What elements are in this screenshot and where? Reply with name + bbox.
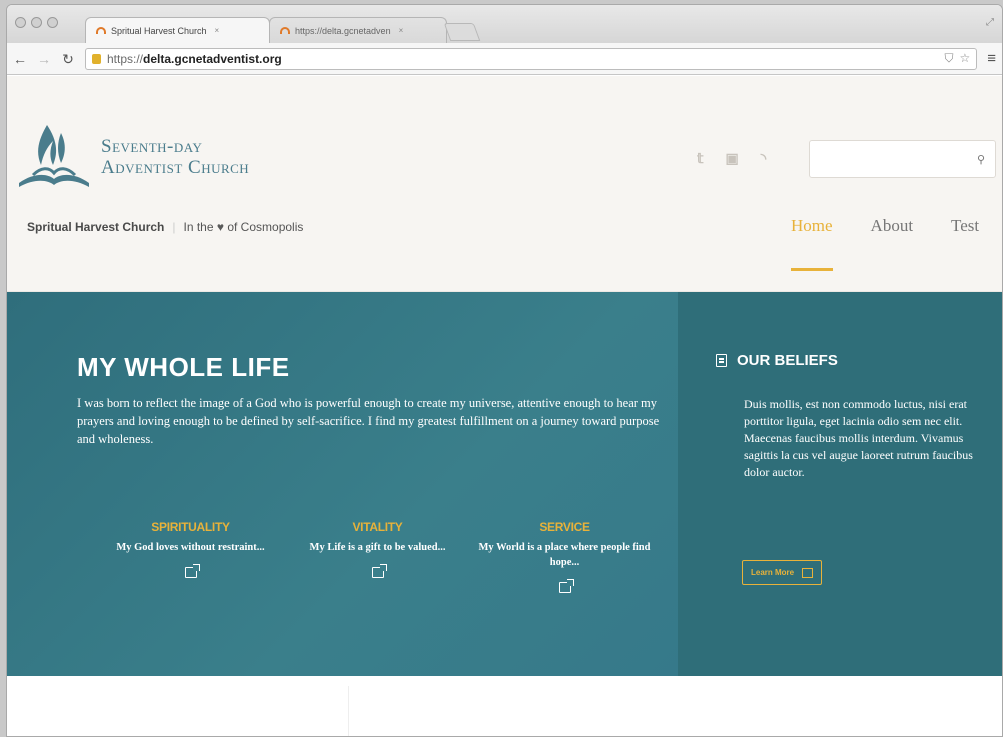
share-icon[interactable] xyxy=(558,579,574,593)
book-icon xyxy=(716,354,727,367)
pillar-text: My Life is a gift to be valued... xyxy=(309,542,446,553)
url-prefix: https:// xyxy=(107,51,144,66)
url-domain: delta.gcnetadventist.org xyxy=(143,51,282,66)
pillar-text: My World is a place where people find ho… xyxy=(478,542,651,568)
hero-section: MY WHOLE LIFE I was born to reflect the … xyxy=(7,292,1002,676)
browser-window: Spritual Harvest Church × https://delta.… xyxy=(6,4,1003,737)
nav-item-about[interactable]: About xyxy=(871,216,914,236)
nav-item-test[interactable]: Test xyxy=(951,216,979,236)
lock-icon xyxy=(92,53,101,64)
browser-toolbar: ← → ↻ https://delta.gcnetadventist.org ⛉… xyxy=(7,43,1002,75)
web-page: Seventh-day Adventist Church 𝕥 ▣ ◝ ⚲ Spr… xyxy=(7,76,1002,736)
minimize-window-button[interactable] xyxy=(31,17,42,28)
pillar-vitality: VITALITY My Life is a gift to be valued.… xyxy=(284,520,471,593)
beliefs-heading: OUR BELIEFS xyxy=(716,352,838,369)
close-window-button[interactable] xyxy=(15,17,26,28)
hero-text: I was born to reflect the image of a God… xyxy=(77,396,660,446)
church-tagline: Spritual Harvest Church | In the ♥ of Co… xyxy=(27,220,303,234)
site-header: Seventh-day Adventist Church 𝕥 ▣ ◝ ⚲ Spr… xyxy=(7,76,1002,292)
heart-icon: ♥ xyxy=(216,220,224,234)
pillars: SPIRITUALITY My God loves without restra… xyxy=(97,520,658,593)
reload-icon[interactable]: ↻ xyxy=(61,52,75,66)
share-icon[interactable] xyxy=(371,564,387,578)
search-icon[interactable]: ⚲ xyxy=(977,153,985,166)
external-link-icon xyxy=(802,567,814,578)
tab-label: https://delta.gcnetadven xyxy=(295,25,391,36)
rss-icon[interactable]: ◝ xyxy=(761,150,766,167)
menu-icon[interactable]: ≡ xyxy=(987,50,996,67)
fullscreen-icon[interactable]: ⤢ xyxy=(986,17,994,28)
flame-bible-logo-icon xyxy=(19,125,89,187)
tab-label: Spritual Harvest Church xyxy=(111,25,207,36)
learn-more-label: Learn More xyxy=(751,568,795,577)
church-favicon-icon xyxy=(280,27,290,34)
twitter-icon[interactable]: 𝕥 xyxy=(697,150,704,167)
new-tab-button[interactable] xyxy=(443,23,481,41)
tagline-before: In the xyxy=(183,220,214,234)
pillar-service: SERVICE My World is a place where people… xyxy=(471,520,658,593)
pillar-title: SPIRITUALITY xyxy=(151,520,230,534)
main-navigation: Home About Test xyxy=(791,216,979,271)
shield-icon[interactable]: ⛉ xyxy=(944,51,953,66)
tagline-after: of Cosmopolis xyxy=(227,220,304,234)
church-favicon-icon xyxy=(96,27,106,34)
window-controls xyxy=(15,17,58,28)
logo-text: Seventh-day Adventist Church xyxy=(101,136,249,178)
column-divider xyxy=(348,686,349,736)
hero-main-panel: MY WHOLE LIFE I was born to reflect the … xyxy=(7,292,678,676)
star-icon[interactable]: ☆ xyxy=(959,51,970,66)
learn-more-button[interactable]: Learn More xyxy=(742,560,823,585)
beliefs-panel: OUR BELIEFS Duis mollis, est non commodo… xyxy=(678,292,1002,676)
logo-line-1: Seventh-day xyxy=(101,136,203,157)
sda-logo[interactable]: Seventh-day Adventist Church xyxy=(17,121,249,193)
social-links: 𝕥 ▣ ◝ xyxy=(697,150,766,167)
pillar-title: VITALITY xyxy=(352,520,403,534)
forward-icon[interactable]: → xyxy=(37,52,51,66)
share-icon[interactable] xyxy=(184,564,200,578)
pillar-text: My God loves without restraint... xyxy=(116,542,265,553)
title-bar: Spritual Harvest Church × https://delta.… xyxy=(7,5,1002,43)
hero-title: MY WHOLE LIFE xyxy=(77,352,290,382)
nav-item-home[interactable]: Home xyxy=(791,216,833,271)
tab-spiritual-harvest[interactable]: Spritual Harvest Church × xyxy=(85,17,270,43)
search-input[interactable]: ⚲ xyxy=(809,140,996,178)
pillar-spirituality: SPIRITUALITY My God loves without restra… xyxy=(97,520,284,593)
facebook-icon[interactable]: ▣ xyxy=(726,150,739,167)
beliefs-title: OUR BELIEFS xyxy=(737,352,838,369)
back-icon[interactable]: ← xyxy=(13,52,27,66)
pillar-title: SERVICE xyxy=(539,520,590,534)
tab-delta-gcnetadventist[interactable]: https://delta.gcnetadven × xyxy=(269,17,447,43)
logo-line-2: Adventist Church xyxy=(101,157,250,178)
zoom-window-button[interactable] xyxy=(47,17,58,28)
address-bar[interactable]: https://delta.gcnetadventist.org ⛉ ☆ xyxy=(85,47,978,70)
tab-close-icon[interactable]: × xyxy=(215,26,220,35)
church-name[interactable]: Spritual Harvest Church xyxy=(27,220,164,234)
tab-close-icon[interactable]: × xyxy=(399,26,404,35)
tagline-separator: | xyxy=(172,220,176,234)
beliefs-text: Duis mollis, est non commodo luctus, nis… xyxy=(744,397,973,479)
content-area xyxy=(7,676,1002,736)
tagline-text: In the ♥ of Cosmopolis xyxy=(184,220,304,234)
